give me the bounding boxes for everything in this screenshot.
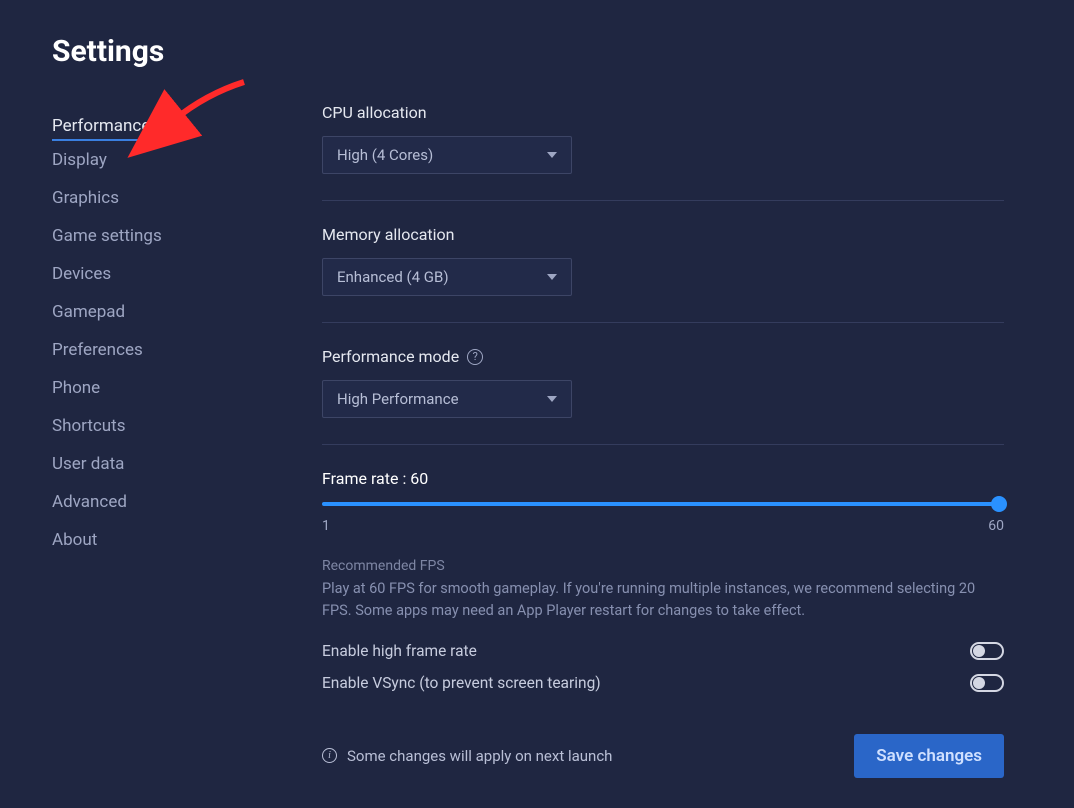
cpu-allocation-dropdown[interactable]: High (4 Cores): [322, 136, 572, 174]
sidebar-item-about[interactable]: About: [52, 521, 322, 559]
sidebar-item-phone[interactable]: Phone: [52, 369, 322, 407]
divider: [322, 322, 1004, 323]
performance-mode-value: High Performance: [337, 390, 459, 408]
divider: [322, 200, 1004, 201]
frame-rate-min: 1: [322, 518, 330, 534]
high-frame-rate-label: Enable high frame rate: [322, 642, 477, 660]
help-icon[interactable]: ?: [467, 349, 483, 365]
info-icon: i: [322, 748, 337, 763]
sidebar-item-gamepad[interactable]: Gamepad: [52, 293, 322, 331]
sidebar-item-user-data[interactable]: User data: [52, 445, 322, 483]
chevron-down-icon: [547, 152, 557, 158]
memory-allocation-label: Memory allocation: [322, 225, 1004, 244]
chevron-down-icon: [547, 274, 557, 280]
frame-rate-slider-thumb[interactable]: [991, 496, 1007, 512]
performance-mode-label: Performance mode ?: [322, 347, 1004, 366]
sidebar-item-advanced[interactable]: Advanced: [52, 483, 322, 521]
memory-allocation-value: Enhanced (4 GB): [337, 268, 449, 286]
performance-mode-dropdown[interactable]: High Performance: [322, 380, 572, 418]
sidebar-item-devices[interactable]: Devices: [52, 255, 322, 293]
frame-rate-slider[interactable]: [322, 502, 1004, 506]
high-frame-rate-toggle[interactable]: [970, 642, 1004, 660]
settings-sidebar: Performance Display Graphics Game settin…: [52, 103, 322, 783]
vsync-label: Enable VSync (to prevent screen tearing): [322, 674, 601, 692]
settings-main: CPU allocation High (4 Cores) Memory all…: [322, 103, 1022, 783]
frame-rate-scale: 1 60: [322, 518, 1004, 534]
recommended-fps-text: Play at 60 FPS for smooth gameplay. If y…: [322, 578, 1004, 622]
save-changes-button[interactable]: Save changes: [854, 734, 1004, 778]
frame-rate-max: 60: [988, 518, 1004, 534]
recommended-fps-title: Recommended FPS: [322, 558, 1004, 574]
sidebar-item-performance[interactable]: Performance: [52, 107, 150, 141]
page-title: Settings: [52, 34, 1022, 69]
sidebar-item-game-settings[interactable]: Game settings: [52, 217, 322, 255]
divider: [322, 444, 1004, 445]
restart-note: i Some changes will apply on next launch: [322, 747, 612, 765]
chevron-down-icon: [547, 396, 557, 402]
vsync-toggle[interactable]: [970, 674, 1004, 692]
sidebar-item-shortcuts[interactable]: Shortcuts: [52, 407, 322, 445]
cpu-allocation-value: High (4 Cores): [337, 146, 433, 164]
memory-allocation-dropdown[interactable]: Enhanced (4 GB): [322, 258, 572, 296]
sidebar-item-preferences[interactable]: Preferences: [52, 331, 322, 369]
sidebar-item-display[interactable]: Display: [52, 141, 322, 179]
cpu-allocation-label: CPU allocation: [322, 103, 1004, 122]
sidebar-item-graphics[interactable]: Graphics: [52, 179, 322, 217]
frame-rate-label: Frame rate : 60: [322, 469, 1004, 488]
